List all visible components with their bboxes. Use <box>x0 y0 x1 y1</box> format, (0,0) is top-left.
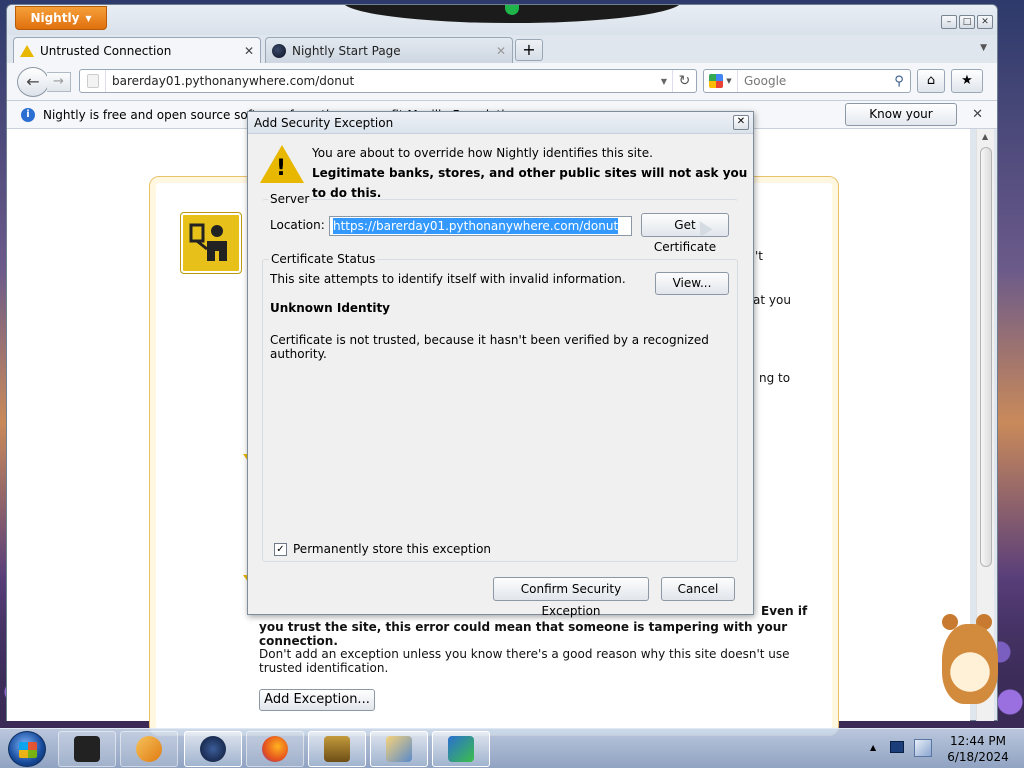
home-button[interactable]: ⌂ <box>917 69 945 93</box>
tab-nightly-start-page[interactable]: Nightly Start Page ✕ <box>265 37 513 63</box>
info-icon: i <box>21 107 35 122</box>
app-menu-button[interactable]: Nightly ▼ <box>15 6 107 30</box>
search-bar[interactable]: ▼ Google ⚲ <box>703 69 911 93</box>
confirm-security-exception-button[interactable]: Confirm Security Exception <box>493 577 649 618</box>
title-bar: Nightly ▼ – □ ✕ <box>7 5 997 35</box>
close-tab-icon[interactable]: ✕ <box>244 44 254 58</box>
close-notification-icon[interactable]: ✕ <box>972 107 983 122</box>
tab-label: Untrusted Connection <box>40 43 172 58</box>
location-input[interactable]: https://barerday01.pythonanywhere.com/do… <box>329 216 632 236</box>
url-bar[interactable]: barerday01.pythonanywhere.com/donut ▼ ↻ <box>79 69 697 93</box>
media-center-icon[interactable] <box>58 731 116 767</box>
cancel-button[interactable]: Cancel <box>661 577 735 601</box>
intro-line-1: You are about to override how Nightly id… <box>312 146 653 160</box>
search-engine-selector[interactable]: ▼ <box>704 70 738 92</box>
view-certificate-button[interactable]: View... <box>655 272 729 295</box>
dialog-title: Add Security Exception <box>254 116 394 130</box>
dialog-title-bar: Add Security Exception ✕ <box>248 112 753 134</box>
know-your-rights-button[interactable]: Know your rights... <box>845 103 957 142</box>
intro-line-2: Legitimate banks, stores, and other publ… <box>312 166 748 200</box>
exclamation-icon: ! <box>276 156 287 181</box>
bookmarks-button[interactable]: ★ <box>951 69 983 93</box>
close-dialog-button[interactable]: ✕ <box>733 115 749 130</box>
dialog-intro: You are about to override how Nightly id… <box>312 143 753 203</box>
status-line: This site attempts to identify itself wi… <box>270 272 626 286</box>
hamster-desktop-pet <box>928 604 1004 708</box>
app-menu-label: Nightly <box>30 11 80 25</box>
start-button[interactable] <box>8 731 46 767</box>
maximize-button[interactable]: □ <box>959 15 975 29</box>
warning-text-tail: Even if <box>761 604 808 618</box>
error-text-fragment: ng to <box>759 371 791 385</box>
tab-untrusted-connection[interactable]: Untrusted Connection ✕ <box>13 37 261 63</box>
firefox-icon[interactable] <box>246 731 304 767</box>
add-security-exception-dialog: Add Security Exception ✕ ! You are about… <box>247 111 754 618</box>
chevron-down-icon: ▼ <box>85 13 92 23</box>
forward-button[interactable]: → <box>47 72 71 92</box>
scroll-up-icon[interactable]: ▲ <box>982 132 988 141</box>
add-exception-button[interactable]: Add Exception... <box>259 689 375 711</box>
get-certificate-button[interactable]: Get Certificate <box>641 213 729 254</box>
warning-icon <box>20 44 34 57</box>
nightly-icon[interactable] <box>184 731 242 767</box>
navigation-bar: ← → barerday01.pythonanywhere.com/donut … <box>7 63 997 101</box>
permanent-exception-option[interactable]: ✓ Permanently store this exception <box>274 542 491 556</box>
advice-paragraph: Don't add an exception unless you know t… <box>259 647 790 675</box>
system-tray: ▲ 12:44 PM 6/18/2024 <box>866 729 1024 768</box>
close-tab-icon[interactable]: ✕ <box>496 44 506 58</box>
permanent-label: Permanently store this exception <box>293 542 492 556</box>
error-text-fragment: at you <box>753 293 791 307</box>
location-value: https://barerday01.pythonanywhere.com/do… <box>333 218 619 234</box>
security-center-icon[interactable] <box>432 731 490 767</box>
media-player-icon[interactable] <box>120 731 178 767</box>
url-text[interactable]: barerday01.pythonanywhere.com/donut <box>106 74 656 88</box>
close-window-button[interactable]: ✕ <box>977 15 993 29</box>
reload-icon[interactable]: ↻ <box>672 70 696 92</box>
webcam-notch <box>342 5 682 23</box>
permanent-checkbox[interactable]: ✓ <box>274 542 287 556</box>
google-icon <box>709 74 724 88</box>
clock-date: 6/18/2024 <box>947 750 1009 764</box>
identity-heading: Unknown Identity <box>270 301 391 315</box>
certificate-status-legend: Certificate Status <box>269 252 378 266</box>
new-tab-button[interactable]: + <box>515 39 543 61</box>
chevron-down-icon: ▼ <box>726 77 732 85</box>
presentation-icon[interactable] <box>370 731 428 767</box>
tab-label: Nightly Start Page <box>292 43 401 58</box>
nightly-globe-icon <box>272 43 286 58</box>
history-dropdown-icon[interactable]: ▼ <box>656 77 672 86</box>
network-icon[interactable] <box>914 739 932 757</box>
taskbar: ▲ 12:44 PM 6/18/2024 <box>0 728 1024 768</box>
error-text-fragment: 't <box>755 249 764 263</box>
clock-time: 12:44 PM <box>950 734 1006 748</box>
location-label: Location: <box>270 218 325 232</box>
back-button[interactable]: ← <box>17 67 49 97</box>
site-identity-icon[interactable] <box>80 70 106 92</box>
security-officer-icon <box>181 213 241 273</box>
scrollbar-thumb[interactable] <box>980 147 992 567</box>
search-icon[interactable]: ⚲ <box>888 74 910 89</box>
window-controls: – □ ✕ <box>941 15 993 29</box>
tab-list-chevron-icon[interactable]: ▼ <box>980 43 987 53</box>
box-game-icon[interactable] <box>308 731 366 767</box>
minimize-button[interactable]: – <box>941 15 957 29</box>
tab-bar: Untrusted Connection ✕ Nightly Start Pag… <box>7 35 997 63</box>
server-legend: Server <box>268 192 312 206</box>
warning-paragraph: you trust the site, this error could mea… <box>259 620 788 648</box>
identity-detail: Certificate is not trusted, because it h… <box>270 333 709 361</box>
show-hidden-icons[interactable]: ▲ <box>870 743 876 752</box>
action-center-icon[interactable] <box>890 741 904 753</box>
clock[interactable]: 12:44 PM 6/18/2024 <box>942 733 1014 765</box>
search-input[interactable]: Google <box>738 74 888 88</box>
